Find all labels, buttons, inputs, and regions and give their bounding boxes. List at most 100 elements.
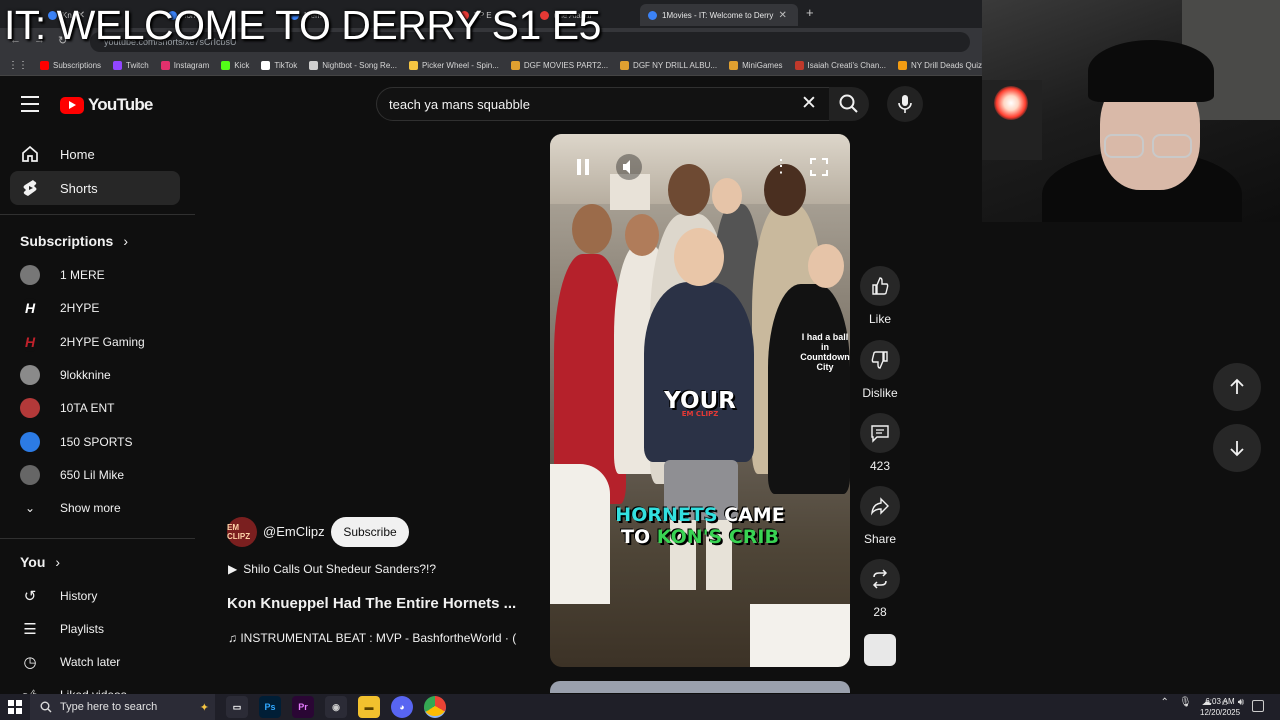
video-person [668, 164, 710, 216]
bookmark-icon [160, 61, 170, 70]
sidebar-item-shorts[interactable]: Shorts [10, 171, 180, 205]
bookmark-icon [897, 61, 907, 70]
stream-overlay-title: IT: WELCOME TO DERRY S1 E5 [4, 2, 601, 48]
channel-avatar [20, 432, 40, 452]
bookmark-item[interactable]: Twitch [113, 61, 149, 70]
file-explorer-icon[interactable]: ▬ [358, 696, 380, 718]
bookmark-item[interactable]: TikTok [261, 61, 297, 70]
clock-icon: ◷ [23, 654, 37, 671]
channel-avatar [20, 265, 40, 285]
share-button[interactable]: Share [860, 486, 900, 546]
sidebar-divider [0, 214, 195, 215]
previous-short-button[interactable] [1213, 363, 1261, 411]
bookmark-item[interactable]: Kick [221, 61, 249, 70]
apps-grid-icon[interactable]: ⋮⋮ [8, 60, 28, 71]
youtube-play-icon [60, 96, 84, 114]
bookmark-icon [40, 61, 49, 70]
dislike-button[interactable]: Dislike [860, 340, 900, 400]
search-button[interactable] [829, 87, 869, 121]
like-button[interactable]: Like [860, 266, 900, 326]
photoshop-icon[interactable]: Ps [259, 696, 281, 718]
subscription-item[interactable]: 650 Lil Mike [20, 465, 124, 485]
task-view-icon[interactable]: ▭ [226, 696, 248, 718]
you-header[interactable]: You › [20, 554, 60, 570]
glasses-icon [1104, 134, 1144, 158]
bookmark-item[interactable]: NY Drill Deads Quiz... [897, 61, 982, 70]
chrome-icon[interactable] [424, 696, 446, 718]
bookmark-item[interactable]: MiniGames [729, 61, 783, 70]
subscription-item[interactable]: H 2HYPE Gaming [20, 332, 145, 352]
shorts-video-player[interactable]: I had a ball in Countdown City YOUR EM C… [550, 134, 850, 667]
chevron-up-icon[interactable]: ⌃ [1161, 697, 1169, 708]
related-video-link[interactable]: ▶ Shilo Calls Out Shedeur Sanders?!? [228, 562, 436, 576]
subscription-item[interactable]: 1 MERE [20, 265, 105, 285]
sound-thumbnail[interactable] [864, 634, 896, 666]
short-title[interactable]: Kon Knueppel Had The Entire Hornets ... [227, 595, 516, 612]
search-input[interactable]: teach ya mans squabble ✕ [376, 87, 830, 121]
search-icon [40, 701, 52, 713]
video-person [674, 228, 724, 286]
music-credit[interactable]: ♫ INSTRUMENTAL BEAT : MVP - BashfortheWo… [228, 631, 538, 645]
obs-icon[interactable]: ◉ [325, 696, 347, 718]
bookmark-item[interactable]: Nightbot - Song Re... [309, 61, 397, 70]
bookmark-item[interactable]: Isaiah Creati's Chan... [794, 61, 886, 70]
channel-avatar: H [20, 332, 40, 352]
webcam-person [1088, 40, 1214, 102]
notifications-icon[interactable] [1252, 700, 1264, 712]
sidebar-item-history[interactable]: ↺ History [20, 586, 98, 606]
bookmark-item[interactable]: DGF NY DRILL ALBU... [620, 61, 717, 70]
channel-avatar [20, 398, 40, 418]
shirt-print: I had a ball in Countdown City [800, 332, 850, 372]
browser-tab-active[interactable]: 1Movies - IT: Welcome to Derry ✕ [640, 4, 798, 26]
bookmark-item[interactable]: Subscriptions [40, 61, 101, 70]
new-tab-button[interactable]: + [806, 5, 814, 20]
voice-search-button[interactable] [887, 86, 923, 122]
sidebar-item-watch-later[interactable]: ◷ Watch later [20, 652, 120, 672]
bookmark-icon [113, 61, 123, 70]
subscription-item[interactable]: 10TA ENT [20, 398, 114, 418]
thumbs-down-icon [871, 351, 888, 369]
subscription-item[interactable]: H 2HYPE [20, 298, 99, 318]
premiere-icon[interactable]: Pr [292, 696, 314, 718]
subscription-item[interactable]: 9lokknine [20, 365, 111, 385]
menu-icon[interactable] [21, 96, 39, 112]
taskbar-clock[interactable]: 6:03 AM 12/20/2025 [1200, 696, 1240, 718]
video-person [644, 282, 754, 462]
subscription-item[interactable]: 150 SPORTS [20, 432, 132, 452]
sparkle-icon: ✦ [199, 701, 209, 714]
channel-name[interactable]: @EmClipz [263, 524, 325, 539]
bookmark-item[interactable]: Picker Wheel - Spin... [408, 61, 499, 70]
next-short-preview[interactable] [550, 681, 850, 693]
show-more-button[interactable]: ⌄ Show more [20, 498, 121, 518]
music-note-icon: ♫ [228, 631, 241, 645]
video-table [750, 604, 850, 667]
microphone-icon[interactable]: 🎙︎ [1179, 697, 1192, 708]
fullscreen-icon[interactable] [808, 156, 830, 178]
next-short-button[interactable] [1213, 424, 1261, 472]
close-icon[interactable]: ✕ [778, 10, 786, 21]
discord-icon[interactable]: ◕ [391, 696, 413, 718]
sidebar-item-playlists[interactable]: ☰ Playlists [20, 619, 104, 639]
windows-start-button[interactable] [0, 700, 30, 714]
subscriptions-header[interactable]: Subscriptions › [20, 233, 128, 249]
arrow-down-icon [1230, 441, 1244, 457]
pause-icon[interactable] [572, 156, 594, 178]
bookmark-item[interactable]: Instagram [160, 61, 209, 70]
sidebar-item-home[interactable]: Home [10, 137, 180, 171]
chevron-right-icon: › [55, 554, 61, 570]
clear-search-icon[interactable]: ✕ [801, 93, 817, 115]
remix-button[interactable]: 28 [860, 559, 900, 619]
folder-icon [510, 61, 520, 70]
more-options-icon[interactable]: ⋮ [772, 156, 790, 178]
windows-taskbar: Type here to search ✦ ▭ Ps Pr ◉ ▬ ◕ ⌃ 🎙︎… [0, 694, 1280, 720]
comments-button[interactable]: 423 [860, 413, 900, 473]
channel-avatar[interactable]: EM CLIPZ [227, 517, 257, 547]
bookmark-icon [794, 61, 804, 70]
volume-icon[interactable] [616, 154, 642, 180]
webcam-light [994, 86, 1028, 120]
bookmark-item[interactable]: DGF MOVIES PART2... [510, 61, 608, 70]
channel-avatar [20, 465, 40, 485]
subscribe-button[interactable]: Subscribe [331, 517, 409, 547]
taskbar-search[interactable]: Type here to search ✦ [30, 694, 215, 720]
youtube-logo[interactable]: YouTube [60, 95, 153, 115]
